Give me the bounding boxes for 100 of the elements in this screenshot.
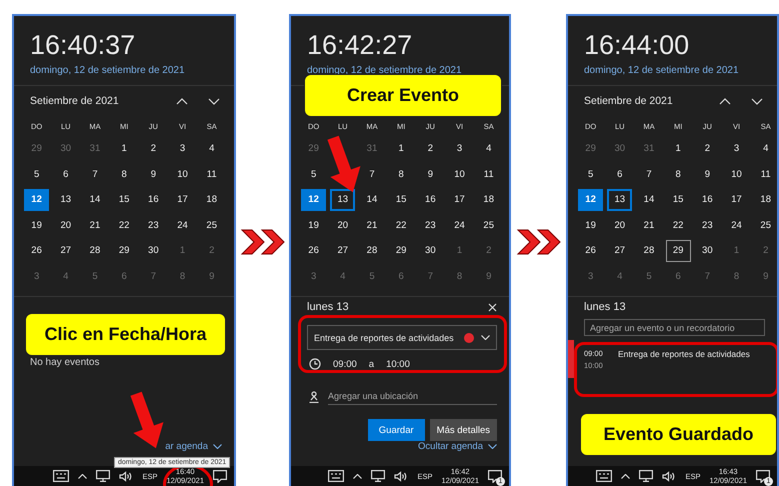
calendar-day[interactable]: 29: [666, 240, 691, 262]
calendar-day[interactable]: 9: [140, 163, 166, 186]
calendar-day[interactable]: 14: [359, 188, 384, 211]
date-link[interactable]: domingo, 12 de setiembre de 2021: [30, 65, 185, 76]
monitor-icon[interactable]: [639, 470, 654, 482]
chevron-down-icon[interactable]: [213, 444, 222, 449]
calendar-day[interactable]: 11: [199, 163, 224, 186]
up-chevron-icon[interactable]: [176, 98, 188, 104]
calendar-day[interactable]: 14: [636, 188, 662, 211]
calendar-day[interactable]: 10: [447, 163, 472, 186]
message-icon[interactable]: [488, 470, 502, 482]
calendar-day[interactable]: 13: [53, 188, 78, 211]
calendar-day[interactable]: 28: [636, 240, 662, 262]
hide-agenda-link[interactable]: Ocultar agenda: [418, 441, 483, 452]
calendar-day[interactable]: 12: [301, 188, 326, 211]
calendar-day[interactable]: 5: [24, 163, 50, 186]
end-time[interactable]: 10:00: [386, 358, 410, 370]
calendar-day[interactable]: 18: [476, 188, 502, 211]
calendar-day[interactable]: 10: [724, 163, 750, 186]
calendar-day[interactable]: 17: [170, 188, 196, 211]
calendar-day[interactable]: 29: [112, 240, 137, 262]
calendar-day[interactable]: 26: [24, 240, 50, 262]
calendar-day[interactable]: 11: [753, 163, 777, 186]
save-button[interactable]: Guardar: [368, 419, 425, 441]
calendar-day[interactable]: 3: [724, 138, 750, 160]
calendar-day[interactable]: 10: [170, 163, 196, 186]
calendar-day[interactable]: 26: [578, 240, 604, 262]
calendar-day[interactable]: 20: [53, 214, 78, 236]
calendar-day[interactable]: 30: [694, 240, 720, 262]
caret-up-icon[interactable]: [353, 474, 362, 478]
calendar-day[interactable]: 26: [301, 240, 326, 262]
calendar-day[interactable]: 4: [199, 138, 224, 160]
calendar-day[interactable]: 21: [636, 214, 662, 236]
calendar-day[interactable]: 14: [82, 188, 108, 211]
calendar-day[interactable]: 7: [359, 163, 384, 186]
calendar-day[interactable]: 1: [388, 138, 414, 160]
calendar-day[interactable]: 19: [24, 214, 50, 236]
calendar-day[interactable]: 1: [666, 138, 691, 160]
speaker-icon[interactable]: [119, 470, 134, 482]
calendar-day[interactable]: 5: [301, 163, 326, 186]
calendar-day[interactable]: 6: [53, 163, 78, 186]
keyboard-icon[interactable]: [596, 470, 612, 482]
calendar-day[interactable]: 25: [199, 214, 224, 236]
calendar-day[interactable]: 1: [112, 138, 137, 160]
chevron-down-icon[interactable]: [488, 444, 497, 449]
calendar-day[interactable]: 17: [447, 188, 472, 211]
calendar-day[interactable]: 18: [753, 188, 777, 211]
calendar-day[interactable]: 3: [447, 138, 472, 160]
calendar-day[interactable]: 4: [476, 138, 502, 160]
hide-agenda-link[interactable]: ar agenda: [165, 441, 208, 452]
calendar-day[interactable]: 27: [330, 240, 356, 262]
calendar-day[interactable]: 24: [170, 214, 196, 236]
calendar-day[interactable]: 7: [82, 163, 108, 186]
calendar-day[interactable]: 18: [199, 188, 224, 211]
calendar-day[interactable]: 25: [476, 214, 502, 236]
calendar-day[interactable]: 22: [388, 214, 414, 236]
calendar-day[interactable]: 8: [388, 163, 414, 186]
calendar-day[interactable]: 13: [607, 188, 632, 211]
calendar-day[interactable]: 21: [82, 214, 108, 236]
caret-up-icon[interactable]: [78, 474, 88, 478]
calendar-day[interactable]: 28: [82, 240, 108, 262]
calendar-day[interactable]: 16: [418, 188, 443, 211]
calendar-day[interactable]: 30: [418, 240, 443, 262]
calendar-day[interactable]: 16: [694, 188, 720, 211]
calendar-day[interactable]: 6: [607, 163, 632, 186]
calendar-day[interactable]: 9: [418, 163, 443, 186]
calendar-day[interactable]: 20: [607, 214, 632, 236]
calendar-day[interactable]: 3: [170, 138, 196, 160]
event-title-field[interactable]: Entrega de reportes de actividades: [307, 325, 497, 350]
calendar-day[interactable]: 4: [753, 138, 777, 160]
calendar-day[interactable]: 19: [578, 214, 604, 236]
color-dot[interactable]: [464, 332, 474, 342]
calendar-day[interactable]: 24: [724, 214, 750, 236]
date-link[interactable]: domingo, 12 de setiembre de 2021: [584, 65, 739, 76]
speaker-icon[interactable]: [394, 470, 408, 482]
calendar-day[interactable]: 27: [53, 240, 78, 262]
monitor-icon[interactable]: [371, 470, 386, 482]
calendar-day[interactable]: 9: [694, 163, 720, 186]
calendar-day[interactable]: 19: [301, 214, 326, 236]
monitor-icon[interactable]: [96, 470, 110, 482]
down-chevron-icon[interactable]: [208, 98, 220, 104]
calendar-day[interactable]: 2: [140, 138, 166, 160]
calendar-day[interactable]: 11: [476, 163, 502, 186]
calendar-day[interactable]: 2: [694, 138, 720, 160]
calendar-day[interactable]: 29: [388, 240, 414, 262]
calendar-day[interactable]: 8: [666, 163, 691, 186]
calendar-day[interactable]: 23: [418, 214, 443, 236]
message-icon[interactable]: [213, 470, 227, 482]
up-chevron-icon[interactable]: [719, 98, 731, 104]
calendar-day[interactable]: 23: [694, 214, 720, 236]
start-time[interactable]: 09:00: [333, 358, 357, 370]
calendar-day[interactable]: 15: [388, 188, 414, 211]
calendar-day[interactable]: 21: [359, 214, 384, 236]
calendar-day[interactable]: 22: [666, 214, 691, 236]
calendar-day[interactable]: 23: [140, 214, 166, 236]
calendar-day[interactable]: 17: [724, 188, 750, 211]
calendar-day[interactable]: 25: [753, 214, 777, 236]
calendar-day[interactable]: 2: [418, 138, 443, 160]
caret-up-icon[interactable]: [621, 474, 630, 478]
dropdown-chevron-icon[interactable]: [481, 335, 490, 340]
